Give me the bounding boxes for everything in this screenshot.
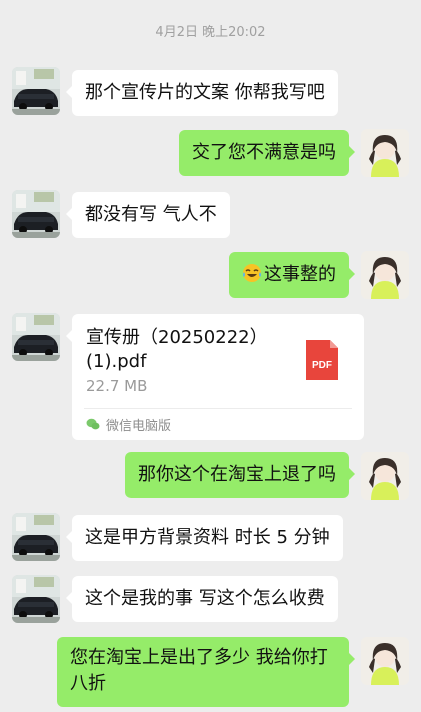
message-text: 您在淘宝上是出了多少 我给你打八折 (70, 647, 328, 694)
car-photo-icon (12, 313, 60, 361)
message-bubble-outgoing[interactable]: 交了您不满意是吗 (179, 130, 355, 176)
message-text: 交了您不满意是吗 (192, 142, 336, 163)
message-bubble-incoming[interactable]: 这是甲方背景资料 时长 5 分钟 (66, 515, 343, 561)
file-source: 微信电脑版 (86, 414, 171, 434)
car-photo-icon (12, 513, 60, 561)
anime-girl-avatar-icon (361, 637, 409, 685)
message-text: 这是甲方背景资料 时长 5 分钟 (85, 527, 330, 548)
anime-girl-avatar-icon (361, 251, 409, 299)
file-size: 22.7 MB (86, 377, 148, 395)
message-text: 这事整的 (264, 264, 336, 285)
contact-avatar[interactable] (12, 513, 60, 561)
message-bubble-outgoing[interactable]: 您在淘宝上是出了多少 我给你打八折 (57, 637, 355, 707)
pdf-file-icon: PDF (306, 340, 338, 380)
file-source-label: 微信电脑版 (106, 418, 172, 434)
divider (84, 408, 352, 409)
file-name: 宣传册（20250222）(1).pdf (86, 327, 268, 372)
message-bubble-incoming[interactable]: 那个宣传片的文案 你帮我写吧 (66, 70, 338, 116)
user-avatar[interactable] (361, 637, 409, 685)
message-bubble-incoming[interactable]: 都没有写 气人不 (66, 192, 230, 238)
anime-girl-avatar-icon (361, 129, 409, 177)
wechat-icon (86, 418, 100, 430)
message-text: 这个是我的事 写这个怎么收费 (85, 588, 325, 609)
car-photo-icon (12, 575, 60, 623)
file-message-card[interactable]: 宣传册（20250222）(1).pdf 22.7 MB PDF 微信电脑版 (66, 314, 364, 440)
chat-timestamp: 4月2日 晚上20:02 (155, 25, 266, 40)
user-avatar[interactable] (361, 452, 409, 500)
user-avatar[interactable] (361, 251, 409, 299)
car-photo-icon (12, 190, 60, 238)
contact-avatar[interactable] (12, 67, 60, 115)
message-bubble-outgoing[interactable]: 那你这个在淘宝上退了吗 (125, 452, 355, 498)
car-photo-icon (12, 67, 60, 115)
face-with-tears-of-joy-icon (243, 264, 261, 282)
pdf-icon-label: PDF (312, 360, 332, 371)
anime-girl-avatar-icon (361, 452, 409, 500)
contact-avatar[interactable] (12, 190, 60, 238)
message-bubble-incoming[interactable]: 这个是我的事 写这个怎么收费 (66, 576, 338, 622)
contact-avatar[interactable] (12, 313, 60, 361)
contact-avatar[interactable] (12, 575, 60, 623)
message-bubble-outgoing[interactable]: 这事整的 (229, 252, 355, 298)
user-avatar[interactable] (361, 129, 409, 177)
message-text: 那你这个在淘宝上退了吗 (138, 464, 336, 485)
message-text: 都没有写 气人不 (85, 204, 217, 225)
message-text: 那个宣传片的文案 你帮我写吧 (85, 82, 325, 103)
